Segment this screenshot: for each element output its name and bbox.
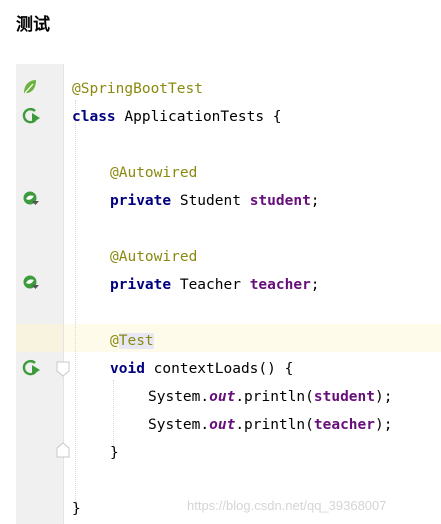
code-line-method-declaration: void contextLoads() { [110, 355, 293, 383]
fold-end-icon[interactable] [56, 442, 70, 458]
current-line-gutter [16, 324, 63, 352]
class-name-text: ApplicationTests { [115, 109, 282, 125]
punctuation-text: ); [375, 417, 393, 433]
class-reference-text: System. [148, 417, 210, 433]
code-line-annotation: @Autowired [110, 159, 197, 187]
field-name-text: teacher [313, 417, 375, 433]
code-editor[interactable]: @SpringBootTest class ApplicationTests {… [16, 64, 441, 524]
code-line-class-declaration: class ApplicationTests { [72, 103, 282, 131]
code-line-closing-brace: } [110, 439, 119, 467]
type-text: Teacher [171, 277, 250, 293]
annotation-text: @SpringBootTest [72, 81, 203, 97]
punctuation-text: ; [310, 193, 320, 209]
run-test-icon[interactable] [22, 107, 42, 125]
code-line-statement: System.out.println(teacher); [148, 411, 392, 439]
punctuation-text: ; [310, 277, 320, 293]
keyword-text: void [110, 361, 145, 377]
annotation-text-highlighted: Test [118, 333, 154, 349]
watermark-text: https://blog.csdn.net/qq_39368007 [187, 498, 387, 513]
class-reference-text: System. [148, 389, 210, 405]
field-name-text: teacher [249, 277, 311, 293]
code-line-closing-brace: } [72, 495, 81, 523]
code-line-statement: System.out.println(student); [148, 383, 392, 411]
spring-leaf-icon [24, 80, 36, 94]
brace-text: } [110, 445, 119, 461]
code-line-test-annotation: @Test [110, 327, 154, 355]
code-line-field-declaration: private Teacher teacher; [110, 271, 320, 299]
method-signature-text: contextLoads() { [144, 361, 294, 377]
keyword-text: class [72, 109, 116, 125]
method-call-text: .println( [235, 417, 314, 433]
keyword-text: private [110, 277, 172, 293]
brace-text: } [72, 501, 81, 517]
indent-guide [75, 100, 76, 510]
static-field-text: out [209, 417, 236, 433]
annotation-text: @Autowired [110, 165, 198, 181]
code-line-annotation: @SpringBootTest [72, 75, 203, 103]
code-line-field-declaration: private Student student; [110, 187, 320, 215]
current-line-highlight [16, 324, 441, 352]
autowired-bean-icon[interactable] [22, 190, 40, 208]
static-field-text: out [209, 389, 236, 405]
autowired-bean-icon[interactable] [22, 274, 40, 292]
fold-icon[interactable] [56, 361, 70, 377]
section-heading: 测试 [16, 15, 50, 35]
code-line-annotation: @Autowired [110, 243, 197, 271]
punctuation-text: ); [375, 389, 393, 405]
run-test-icon[interactable] [22, 359, 42, 377]
annotation-text: @ [110, 333, 119, 349]
field-name-text: student [313, 389, 375, 405]
method-call-text: .println( [235, 389, 314, 405]
keyword-text: private [110, 193, 172, 209]
type-text: Student [171, 193, 250, 209]
annotation-text: @Autowired [110, 249, 198, 265]
field-name-text: student [249, 193, 311, 209]
